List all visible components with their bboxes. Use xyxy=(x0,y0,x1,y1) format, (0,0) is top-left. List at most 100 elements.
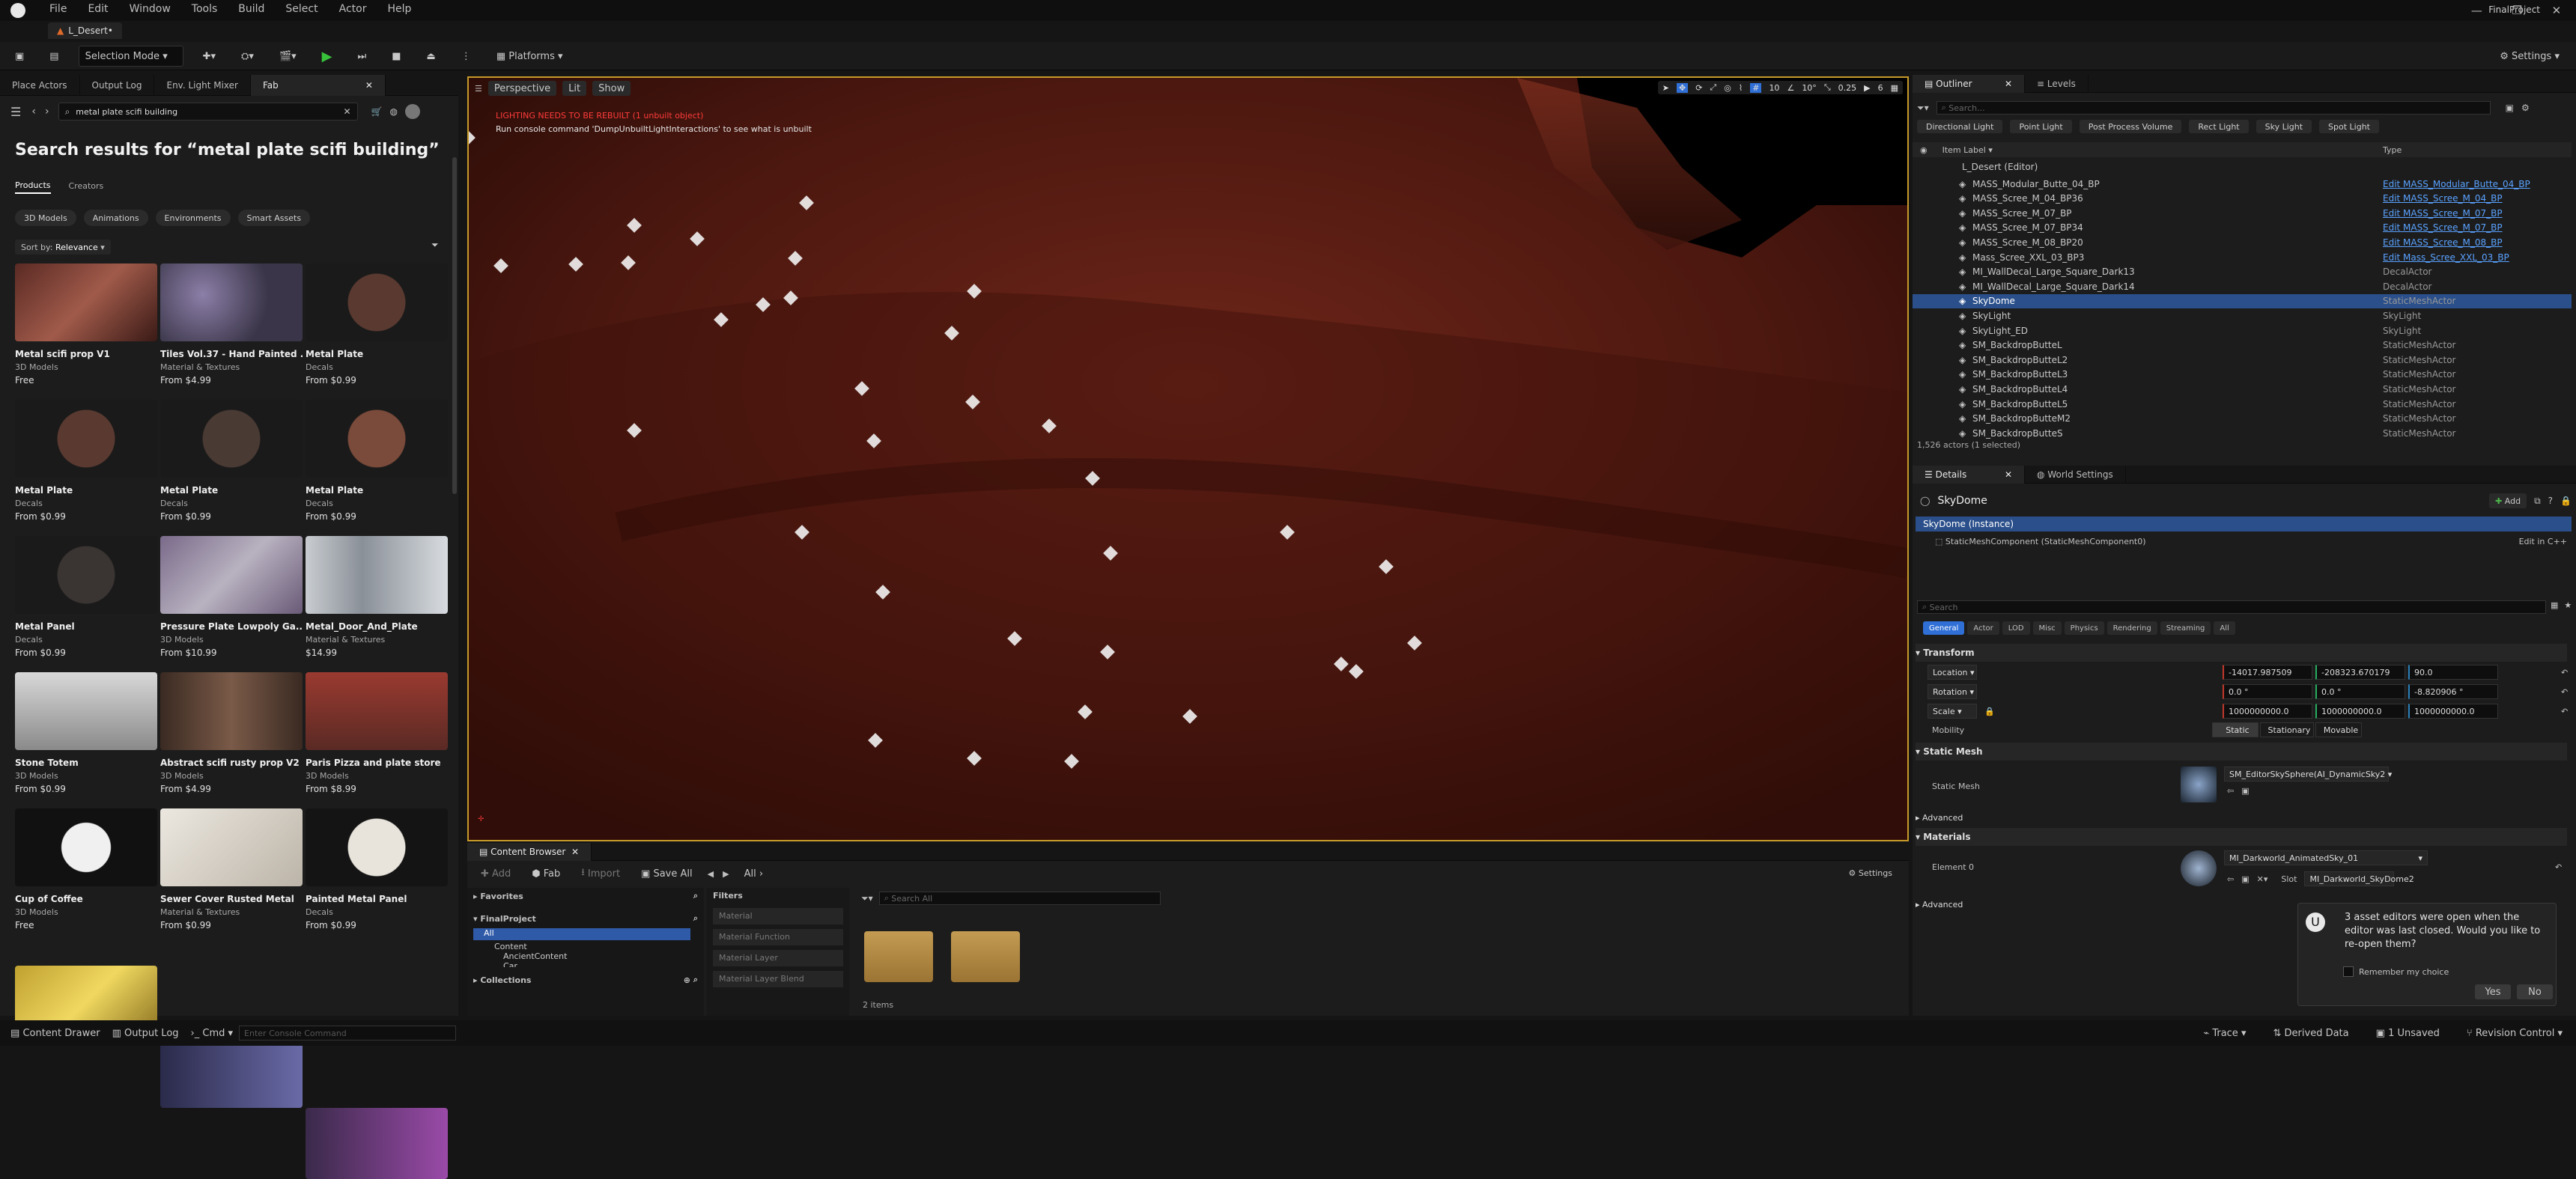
search-icon[interactable]: ⌕ xyxy=(693,975,698,985)
fab-result-card[interactable]: Metal scifi prop V1 3D Models Free xyxy=(15,263,157,386)
product-thumbnail[interactable] xyxy=(306,808,448,886)
product-title[interactable]: Metal Plate xyxy=(306,485,448,496)
import-button[interactable]: ⭳ Import xyxy=(575,866,626,881)
step-icon[interactable]: ⏭ xyxy=(352,46,373,67)
product-title[interactable]: Paris Pizza and plate store xyxy=(306,758,448,768)
scale-snap-value[interactable]: 0.25 xyxy=(1838,83,1857,93)
subtab-creators[interactable]: Creators xyxy=(69,181,104,193)
scale-z[interactable]: 1000000000.0 xyxy=(2408,704,2498,719)
rotation-dropdown[interactable]: Rotation ▾ xyxy=(1928,684,1977,699)
menu-build[interactable]: Build xyxy=(238,3,264,15)
reset-icon[interactable]: ↶ xyxy=(2561,687,2568,697)
scale-tool-icon[interactable]: ⤢ xyxy=(1710,82,1716,93)
material-thumbnail[interactable] xyxy=(2181,850,2217,886)
remember-checkbox[interactable] xyxy=(2343,966,2354,977)
product-thumbnail[interactable] xyxy=(160,1037,303,1108)
cmd-dropdown[interactable]: ›_ Cmd ▾ xyxy=(185,1023,240,1044)
tab-levels[interactable]: ≡ Levels xyxy=(2025,74,2089,93)
project-header[interactable]: ▾ FinalProject ⌕ xyxy=(467,910,704,927)
fab-result-card[interactable]: Paris Pizza and plate store 3D Models Fr… xyxy=(306,672,448,794)
slot-name-field[interactable]: MI_Darkworld_SkyDome2 xyxy=(2304,871,2414,886)
product-title[interactable]: Stone Totem xyxy=(15,758,157,768)
tab-world-settings[interactable]: ◍ World Settings xyxy=(2025,465,2126,484)
search-icon[interactable]: ⌕ xyxy=(693,891,698,901)
rotation-snap-value[interactable]: 10° xyxy=(1802,83,1817,93)
maximize-icon[interactable]: ❐ xyxy=(2512,4,2521,17)
history-forward-icon[interactable]: ▶ xyxy=(723,869,729,879)
cinematics-icon[interactable]: 🎬▾ xyxy=(273,46,303,67)
platforms-button[interactable]: ▦ Platforms ▾ xyxy=(490,46,569,67)
tree-item-ancientcontent[interactable]: AncientContent xyxy=(503,951,704,961)
fab-result-card[interactable]: Metal Plate Decals From $0.99 xyxy=(306,263,448,386)
chip-spot-light[interactable]: Spot Light xyxy=(2319,120,2379,133)
back-icon[interactable]: ‹ xyxy=(31,106,36,118)
output-log-button[interactable]: ▥ Output Log xyxy=(106,1023,185,1044)
rotation-snap-icon[interactable]: ∠ xyxy=(1787,83,1794,93)
filter-dropdown-icon[interactable]: ⏷▾ xyxy=(861,893,873,904)
category-tab[interactable]: Physics xyxy=(2064,621,2104,635)
advanced-row[interactable]: ▸ Advanced xyxy=(1916,808,2567,826)
fab-result-card[interactable]: Pressure Plate Lowpoly Ga... 3D Models F… xyxy=(160,536,303,658)
category-tab[interactable]: General xyxy=(1923,621,1965,635)
fab-result-card[interactable]: Tiles Vol.37 - Hand Painted ... Material… xyxy=(160,263,303,386)
scale-snap-icon[interactable]: ⤡ xyxy=(1824,82,1831,93)
outliner-row[interactable]: ◈ MASS_Modular_Butte_04_BP Edit MASS_Mod… xyxy=(1913,177,2572,191)
search-icon[interactable]: ⌕ xyxy=(693,913,698,924)
outliner-row[interactable]: ◈ MASS_Scree_M_07_BP34 Edit MASS_Scree_M… xyxy=(1913,221,2572,235)
tab-env-light-mixer[interactable]: Env. Light Mixer xyxy=(154,74,251,96)
blueprint-icon[interactable]: ⛭▾ xyxy=(235,46,260,67)
select-tool-icon[interactable]: ➤ xyxy=(1662,83,1669,93)
play-icon[interactable]: ▶ xyxy=(316,46,338,67)
chip-rect-light[interactable]: Rect Light xyxy=(2189,120,2249,133)
col-item-label[interactable]: Item Label xyxy=(1942,145,1986,155)
sort-dropdown[interactable]: Sort by: Relevance ▾ xyxy=(15,240,111,255)
outliner-row[interactable]: ◈ SM_BackdropButteS StaticMeshActor xyxy=(1913,426,2572,440)
unsaved-button[interactable]: ▣ 1 Unsaved xyxy=(2370,1023,2446,1044)
chip-directional-light[interactable]: Directional Light xyxy=(1917,120,2003,133)
save-icon[interactable]: ▣ xyxy=(9,46,30,67)
level-viewport[interactable]: ☰ Perspective Lit Show LIGHTING NEEDS TO… xyxy=(467,76,1909,841)
outliner-search-input[interactable]: ⌕ Search... xyxy=(1936,101,2491,115)
rotation-y[interactable]: 0.0 ° xyxy=(2315,684,2405,699)
outliner-item-type[interactable]: Edit MASS_Modular_Butte_04_BP xyxy=(2383,179,2530,189)
content-drawer-button[interactable]: ▤ Content Drawer xyxy=(4,1023,106,1044)
grid-view-icon[interactable]: ▦ xyxy=(2551,600,2558,610)
derived-data-button[interactable]: ⇅ Derived Data xyxy=(2267,1023,2354,1044)
static-mesh-section[interactable]: ▾ Static Mesh xyxy=(1916,743,2567,761)
rotate-tool-icon[interactable]: ⟳ xyxy=(1695,83,1702,93)
product-title[interactable]: Painted Metal Panel xyxy=(306,894,448,904)
lock-icon[interactable]: 🔒 xyxy=(1984,707,1995,716)
outliner-row[interactable]: ◈ SM_BackdropButteL3 StaticMeshActor xyxy=(1913,368,2572,382)
add-component-button[interactable]: ✚ Add xyxy=(2489,493,2527,508)
add-actor-icon[interactable]: ✚▾ xyxy=(197,46,222,67)
filter-smart-assets[interactable]: Smart Assets xyxy=(237,210,311,226)
product-title[interactable]: Metal Plate xyxy=(15,485,157,496)
product-thumbnail[interactable] xyxy=(160,536,303,614)
mobility-movable[interactable]: Movable xyxy=(2315,722,2362,737)
location-y[interactable]: -208323.670179 xyxy=(2315,665,2405,680)
outliner-root[interactable]: L_Desert (Editor) xyxy=(1962,162,2038,172)
menu-window[interactable]: Window xyxy=(130,3,171,15)
show-button[interactable]: Show xyxy=(592,81,631,96)
menu-tools[interactable]: Tools xyxy=(192,3,218,15)
browse-icon[interactable]: ▣ xyxy=(2241,786,2249,796)
path-breadcrumb[interactable]: All › xyxy=(738,866,769,881)
minimize-icon[interactable]: — xyxy=(2471,4,2482,17)
menu-icon[interactable]: ☰ xyxy=(10,105,21,119)
menu-help[interactable]: Help xyxy=(387,3,411,15)
move-tool-icon[interactable]: ✥ xyxy=(1676,82,1689,93)
lit-button[interactable]: Lit xyxy=(562,81,587,96)
blueprint-icon[interactable]: ⧉ xyxy=(2534,496,2541,507)
fab-result-card[interactable]: Metal Plate Decals From $0.99 xyxy=(160,400,303,522)
product-title[interactable]: Cup of Coffee xyxy=(15,894,157,904)
product-thumbnail[interactable] xyxy=(15,808,157,886)
collections-header[interactable]: ▸ Collections ⊕ ⌕ xyxy=(467,972,704,988)
world-icon[interactable]: ◎ xyxy=(1724,83,1731,93)
favorites-header[interactable]: ▸ Favorites ⌕ xyxy=(467,888,704,904)
product-thumbnail[interactable] xyxy=(160,672,303,750)
cart-icon[interactable]: 🛒 xyxy=(371,106,383,117)
filter-animations[interactable]: Animations xyxy=(83,210,148,226)
product-thumbnail[interactable] xyxy=(15,400,157,478)
static-mesh-dropdown[interactable]: SM_EditorSkySphere(AI_DynamicSky2 ▾ xyxy=(2224,767,2392,782)
product-title[interactable]: Metal Panel xyxy=(15,621,157,632)
